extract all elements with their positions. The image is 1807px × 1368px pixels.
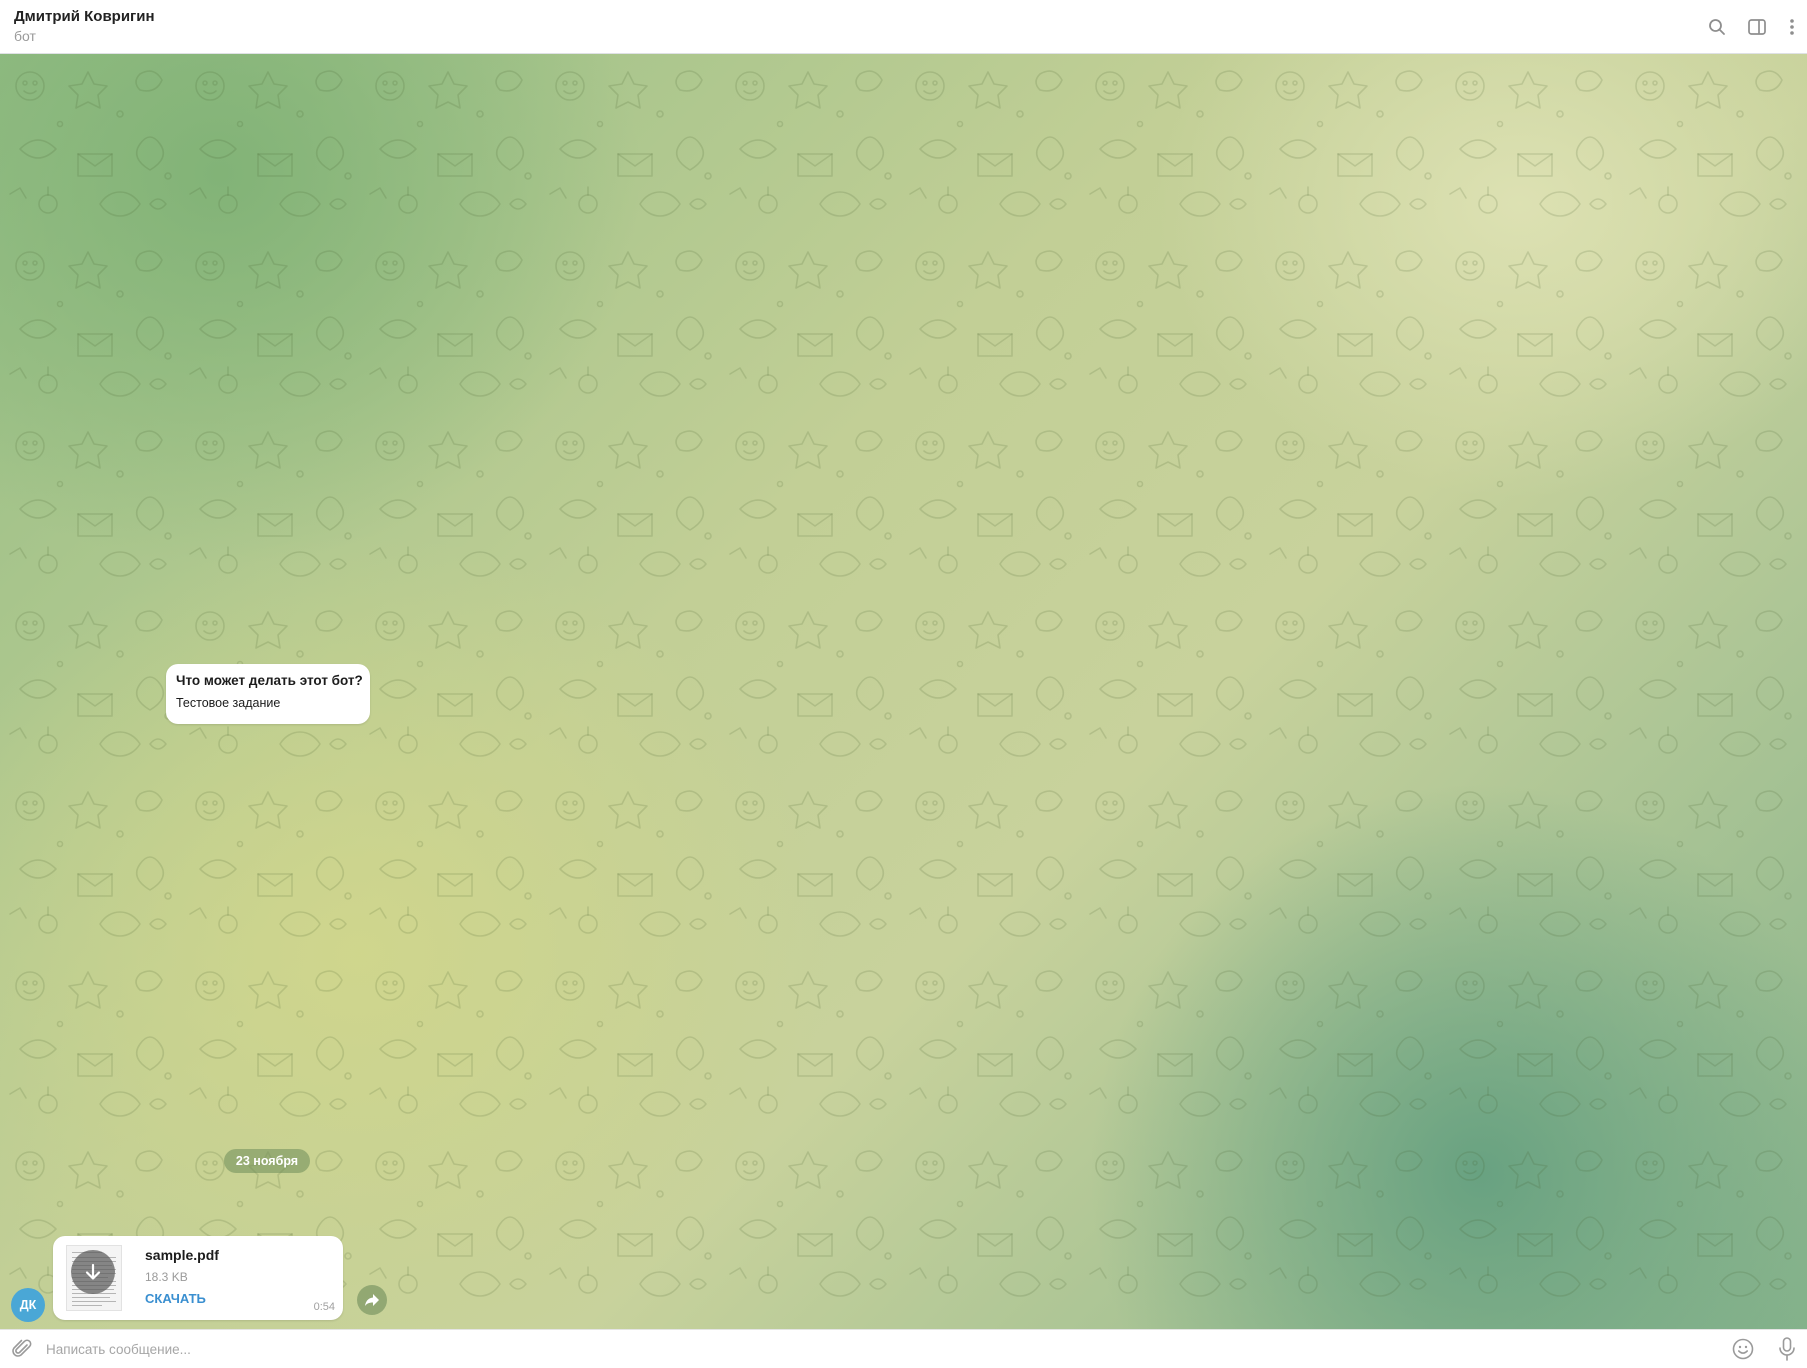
bot-info-title: Что может делать этот бот? (176, 673, 363, 688)
header-actions (1697, 0, 1807, 54)
date-separator: 23 ноября (224, 1149, 310, 1173)
message-time: 0:54 (313, 1301, 335, 1313)
chat-header: Дмитрий Ковригин бот (0, 0, 1807, 54)
paperclip-icon (12, 1339, 32, 1357)
search-icon (1709, 19, 1725, 35)
file-message: sample.pdf 18.3 KB СКАЧАТЬ 0:54 (53, 1236, 343, 1320)
avatar[interactable]: ДК (11, 1288, 45, 1322)
bot-info-text: Тестовое задание (176, 696, 281, 710)
chat-messages-area[interactable]: Что может делать этот бот? Тестовое зада… (0, 54, 1807, 1329)
forward-button[interactable] (357, 1285, 387, 1315)
bot-info-card: Что может делать этот бот? Тестовое зада… (166, 664, 370, 724)
file-size: 18.3 KB (145, 1270, 188, 1284)
emoji-button[interactable] (1731, 1337, 1755, 1361)
message-composer (0, 1329, 1807, 1368)
smile-icon (1732, 1338, 1754, 1360)
attach-button[interactable] (10, 1337, 34, 1361)
download-link[interactable]: СКАЧАТЬ (145, 1291, 206, 1306)
download-button[interactable] (71, 1250, 115, 1294)
microphone-icon (1779, 1337, 1795, 1361)
arrow-down-icon (85, 1263, 101, 1280)
chat-status: бот (14, 28, 36, 44)
share-arrow-icon (365, 1294, 379, 1306)
sidebar-toggle-button[interactable] (1737, 0, 1777, 54)
more-button[interactable] (1777, 0, 1807, 54)
sidebar-toggle-icon (1748, 19, 1766, 35)
search-button[interactable] (1697, 0, 1737, 54)
message-input[interactable] (46, 1335, 1706, 1363)
more-vertical-icon (1790, 19, 1794, 35)
file-name: sample.pdf (145, 1247, 219, 1263)
voice-message-button[interactable] (1775, 1336, 1799, 1362)
telegram-chat-window: Дмитрий Ковригин бот Что может делать эт… (0, 0, 1807, 1368)
chat-title[interactable]: Дмитрий Ковригин (14, 8, 155, 25)
